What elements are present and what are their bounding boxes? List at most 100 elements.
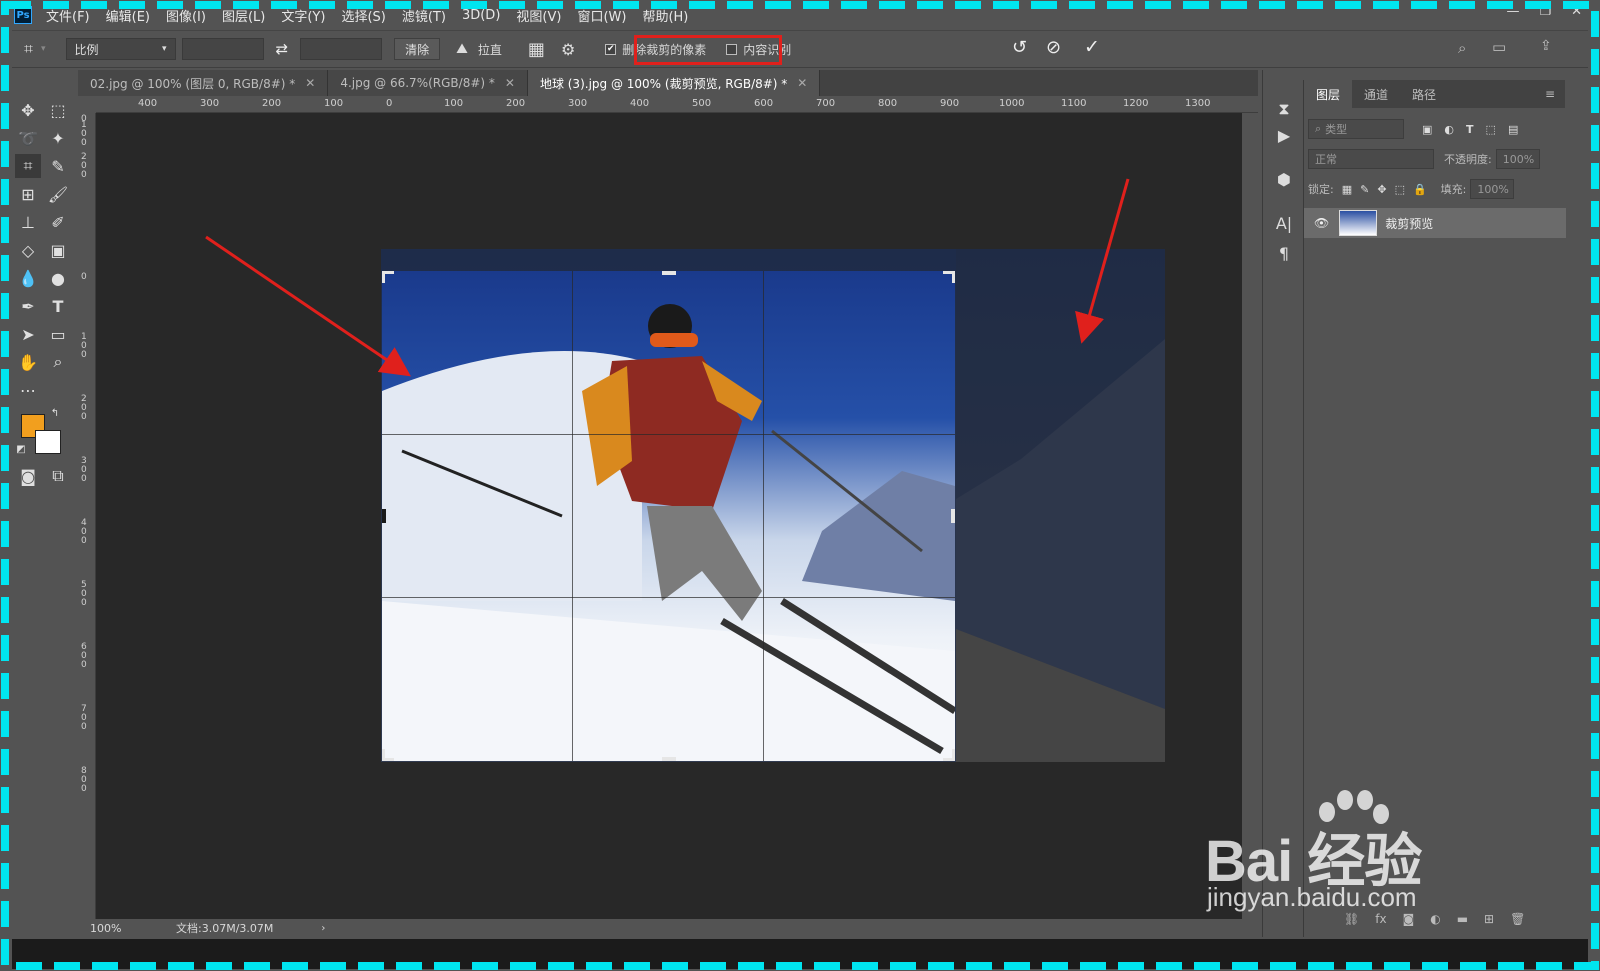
- close-icon[interactable]: ✕: [505, 76, 515, 90]
- menu-view[interactable]: 视图(V): [516, 6, 561, 25]
- workspace-icon[interactable]: ▭: [1492, 38, 1506, 56]
- lock-all-icon[interactable]: 🔒: [1413, 183, 1427, 196]
- menu-help[interactable]: 帮助(H): [642, 6, 688, 25]
- minimize-icon[interactable]: —: [1506, 4, 1519, 19]
- menu-file[interactable]: 文件(F): [46, 6, 90, 25]
- close-icon[interactable]: ✕: [797, 76, 807, 90]
- crop-handle-top-right[interactable]: [943, 271, 955, 283]
- eraser-tool-icon[interactable]: ◇: [15, 238, 41, 262]
- cancel-icon[interactable]: ⊘: [1046, 37, 1061, 58]
- path-select-tool-icon[interactable]: ➤: [15, 322, 41, 346]
- crop-handle-bottom[interactable]: [662, 757, 676, 761]
- magic-wand-tool-icon[interactable]: ✦: [45, 126, 71, 150]
- tab-earth-jpg[interactable]: 地球 (3).jpg @ 100% (裁剪预览, RGB/8#) * ✕: [527, 70, 821, 96]
- hand-tool-icon[interactable]: ✋: [15, 350, 41, 374]
- stamp-tool-icon[interactable]: ⊥: [15, 210, 41, 234]
- menu-image[interactable]: 图像(I): [166, 6, 206, 25]
- close-icon[interactable]: ✕: [1571, 4, 1582, 19]
- height-input[interactable]: [300, 38, 383, 60]
- default-colors-icon[interactable]: ◩: [14, 442, 28, 456]
- zoom-level[interactable]: 100%: [90, 922, 160, 935]
- eyedropper-tool-icon[interactable]: ✎: [45, 154, 71, 178]
- tab-4-jpg[interactable]: 4.jpg @ 66.7%(RGB/8#) * ✕: [328, 70, 528, 96]
- menu-3d[interactable]: 3D(D): [462, 8, 500, 23]
- blend-mode-select[interactable]: 正常: [1308, 149, 1434, 169]
- trash-icon[interactable]: 🗑: [1510, 912, 1525, 926]
- menu-type[interactable]: 文字(Y): [281, 6, 325, 25]
- fill-input[interactable]: 100%: [1470, 179, 1515, 199]
- move-tool-icon[interactable]: ✥: [15, 98, 41, 122]
- actions-play-icon[interactable]: ▶: [1273, 124, 1295, 146]
- layer-filter-select[interactable]: ⌕ 类型: [1308, 119, 1404, 139]
- gear-icon[interactable]: ⚙: [561, 40, 575, 59]
- filter-smart-icon[interactable]: ▤: [1508, 123, 1518, 136]
- straighten-label[interactable]: 拉直: [478, 41, 502, 58]
- type-tool-icon[interactable]: T: [45, 294, 71, 318]
- clear-button[interactable]: 清除: [394, 38, 441, 60]
- close-icon[interactable]: ✕: [305, 76, 315, 90]
- quick-mask-icon[interactable]: ◙: [15, 464, 41, 488]
- tool-preset-chevron-icon[interactable]: ▾: [41, 44, 46, 54]
- paragraph-icon[interactable]: ¶: [1273, 242, 1295, 264]
- crop-handle-bottom-left[interactable]: [382, 749, 394, 761]
- brush-tool-icon[interactable]: 🖌: [45, 182, 71, 206]
- pen-tool-icon[interactable]: ✒: [15, 294, 41, 318]
- menu-layer[interactable]: 图层(L): [222, 6, 265, 25]
- straighten-icon[interactable]: ⛰: [456, 41, 468, 57]
- layer-name[interactable]: 裁剪预览: [1385, 215, 1433, 232]
- swap-colors-icon[interactable]: ↰: [48, 406, 62, 420]
- zoom-tool-icon[interactable]: ⌕: [45, 350, 71, 374]
- menu-filter[interactable]: 滤镜(T): [402, 6, 446, 25]
- tab-channels[interactable]: 通道: [1352, 80, 1400, 108]
- crop-handle-top[interactable]: [662, 271, 676, 275]
- lock-transparency-icon[interactable]: ▦: [1342, 183, 1352, 196]
- dodge-tool-icon[interactable]: ●: [45, 266, 71, 290]
- marquee-tool-icon[interactable]: ⬚: [45, 98, 71, 122]
- reset-icon[interactable]: ↺: [1012, 37, 1027, 58]
- layer-row[interactable]: 👁 裁剪预览: [1304, 208, 1566, 238]
- tab-02-jpg[interactable]: 02.jpg @ 100% (图层 0, RGB/8#) * ✕: [78, 70, 329, 96]
- crop-handle-left[interactable]: [382, 509, 386, 523]
- document-canvas[interactable]: [96, 113, 1242, 919]
- more-tools-icon[interactable]: ⋯: [15, 378, 41, 402]
- crop-handle-bottom-right[interactable]: [943, 749, 955, 761]
- crop-handle-right[interactable]: [951, 509, 955, 523]
- crop-tool-active-icon[interactable]: ⌗: [15, 154, 41, 178]
- 3d-icon[interactable]: ⬢: [1273, 168, 1295, 190]
- character-icon[interactable]: A|: [1273, 212, 1295, 234]
- frame-tool-icon[interactable]: ⊞: [15, 182, 41, 206]
- blur-tool-icon[interactable]: 💧: [15, 266, 41, 290]
- menu-edit[interactable]: 编辑(E): [106, 6, 150, 25]
- lock-move-icon[interactable]: ✥: [1377, 183, 1386, 196]
- filter-adjustment-icon[interactable]: ◐: [1444, 123, 1454, 136]
- lock-paint-icon[interactable]: ✎: [1360, 183, 1369, 196]
- filter-pixel-icon[interactable]: ▣: [1422, 123, 1432, 136]
- commit-icon[interactable]: ✓: [1084, 36, 1100, 58]
- panel-menu-icon[interactable]: ≡: [1545, 87, 1555, 101]
- menu-window[interactable]: 窗口(W): [577, 6, 626, 25]
- tab-paths[interactable]: 路径: [1400, 80, 1448, 108]
- screen-mode-icon[interactable]: ⧉: [45, 464, 71, 488]
- restore-icon[interactable]: ❐: [1539, 4, 1551, 19]
- filter-shape-icon[interactable]: ⬚: [1486, 123, 1496, 136]
- chevron-right-icon[interactable]: ›: [321, 923, 325, 934]
- eye-icon[interactable]: 👁: [1314, 216, 1329, 230]
- crop-box[interactable]: [382, 271, 955, 761]
- history-brush-icon[interactable]: ✐: [45, 210, 71, 234]
- search-icon[interactable]: ⌕: [1458, 39, 1466, 57]
- rectangle-tool-icon[interactable]: ▭: [45, 322, 71, 346]
- menu-select[interactable]: 选择(S): [341, 6, 385, 25]
- opacity-input[interactable]: 100%: [1495, 149, 1540, 169]
- ratio-select[interactable]: 比例 ▾: [65, 38, 176, 60]
- share-icon[interactable]: ⇪: [1540, 38, 1552, 54]
- history-icon[interactable]: ⧗: [1273, 98, 1295, 120]
- width-input[interactable]: [181, 38, 264, 60]
- overlay-grid-icon[interactable]: ▦: [528, 39, 545, 60]
- lock-artboard-icon[interactable]: ⬚: [1395, 183, 1405, 196]
- lasso-tool-icon[interactable]: ➰: [15, 126, 41, 150]
- tab-layers[interactable]: 图层: [1304, 80, 1353, 108]
- background-color-swatch[interactable]: [35, 430, 61, 454]
- crop-tool-icon[interactable]: ⌗: [24, 39, 33, 59]
- filter-type-icon[interactable]: T: [1466, 123, 1474, 136]
- swap-icon[interactable]: ⇄: [276, 40, 289, 58]
